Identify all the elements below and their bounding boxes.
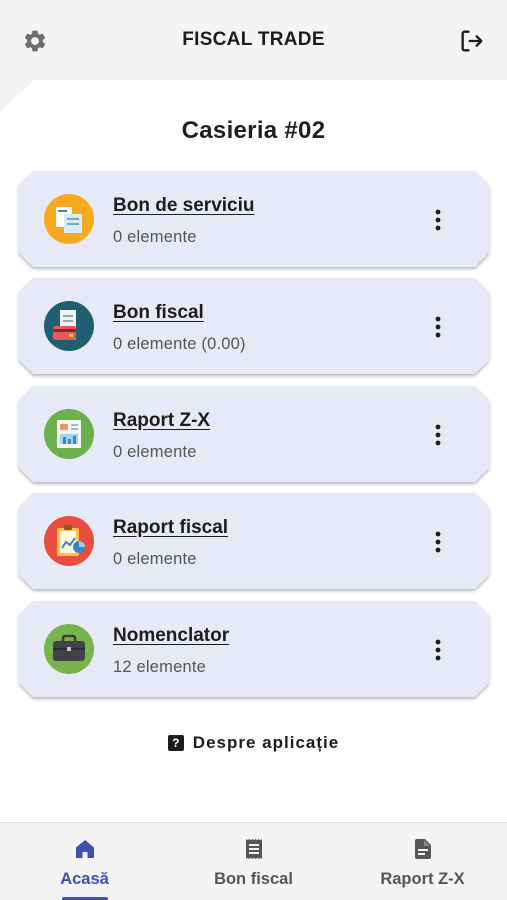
tab-label: Raport Z-X bbox=[380, 870, 465, 888]
logout-icon[interactable] bbox=[458, 27, 486, 55]
card-title[interactable]: Raport Z-X bbox=[113, 410, 210, 432]
more-vert-icon[interactable] bbox=[427, 208, 449, 232]
card-raport-zx[interactable]: Raport Z-X 0 elemente bbox=[19, 386, 489, 482]
card-count: 0 elemente (0.00) bbox=[113, 335, 246, 353]
card-raport-fiscal[interactable]: Raport fiscal 0 elemente bbox=[19, 493, 489, 589]
card-wrapper: Bon de serviciu 0 elemente bbox=[19, 171, 489, 270]
briefcase-icon bbox=[44, 624, 94, 674]
about-label[interactable]: Despre aplicație bbox=[193, 733, 339, 752]
card-count: 12 elemente bbox=[113, 658, 207, 676]
fiscal-receipt-icon bbox=[44, 301, 94, 351]
card-count: 0 elemente bbox=[113, 443, 197, 461]
document-icon bbox=[414, 839, 431, 859]
more-vert-icon[interactable] bbox=[427, 530, 449, 554]
home-icon bbox=[75, 840, 94, 858]
tab-acasa[interactable]: Acasă bbox=[0, 823, 169, 900]
card-title[interactable]: Nomenclator bbox=[113, 625, 229, 647]
card-wrapper: Raport fiscal 0 elemente bbox=[19, 493, 489, 592]
tab-bon-fiscal[interactable]: Bon fiscal bbox=[169, 823, 338, 900]
about-app-link[interactable]: ? Despre aplicație bbox=[0, 733, 507, 753]
card-bon-fiscal[interactable]: Bon fiscal 0 elemente (0.00) bbox=[19, 278, 489, 374]
card-title[interactable]: Raport fiscal bbox=[113, 517, 228, 539]
card-title[interactable]: Bon fiscal bbox=[113, 302, 204, 324]
bottom-navigation: Acasă Bon fiscal Raport Z-X bbox=[0, 822, 507, 900]
more-vert-icon[interactable] bbox=[427, 638, 449, 662]
help-icon: ? bbox=[167, 735, 184, 751]
main-content: Casieria #02 Bon de serviciu 0 elemente bbox=[0, 80, 507, 822]
card-count: 0 elemente bbox=[113, 550, 197, 568]
tab-raport-zx[interactable]: Raport Z-X bbox=[338, 823, 507, 900]
card-nomenclator[interactable]: Nomenclator 12 elemente bbox=[19, 601, 489, 697]
more-vert-icon[interactable] bbox=[427, 315, 449, 339]
top-app-bar: FISCAL TRADE bbox=[0, 0, 507, 80]
receipt-icon bbox=[245, 839, 262, 859]
card-bon-de-serviciu[interactable]: Bon de serviciu 0 elemente bbox=[19, 171, 489, 267]
card-count: 0 elemente bbox=[113, 228, 197, 246]
card-wrapper: Raport Z-X 0 elemente bbox=[19, 386, 489, 485]
service-receipt-icon bbox=[44, 194, 94, 244]
report-zx-icon bbox=[44, 409, 94, 459]
card-wrapper: Bon fiscal 0 elemente (0.00) bbox=[19, 278, 489, 377]
tab-label: Bon fiscal bbox=[214, 870, 293, 888]
more-vert-icon[interactable] bbox=[427, 423, 449, 447]
page-title: Casieria #02 bbox=[181, 117, 326, 144]
fiscal-report-icon bbox=[44, 516, 94, 566]
app-title: FISCAL TRADE bbox=[182, 29, 325, 50]
tab-label: Acasă bbox=[60, 870, 109, 888]
card-wrapper: Nomenclator 12 elemente bbox=[19, 601, 489, 700]
card-title[interactable]: Bon de serviciu bbox=[113, 195, 255, 217]
